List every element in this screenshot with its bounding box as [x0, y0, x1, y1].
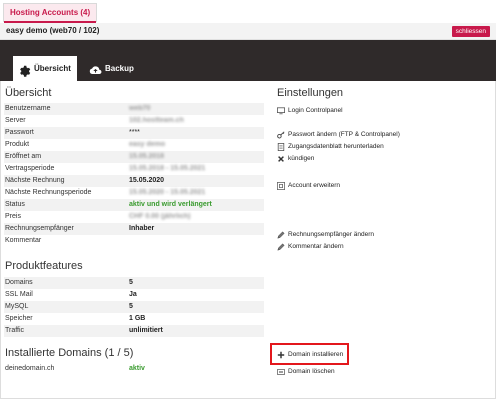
download-credentials-link[interactable]: Zugangsdatenblatt herunterladen: [277, 141, 384, 152]
tab-overview[interactable]: Übersicht: [13, 56, 77, 81]
row-value: Inhaber: [129, 225, 155, 232]
row-value: CHF 0.00 (jährlich): [129, 213, 191, 220]
table-row: Server 102.hostteam.ch: [4, 115, 264, 127]
table-row: Status aktiv und wird verlängert: [4, 199, 264, 211]
login-controlpanel-link[interactable]: Login Controlpanel: [277, 105, 343, 116]
tab-overview-label: Übersicht: [34, 64, 71, 73]
table-row: Nächste Rechnung 15.05.2020: [4, 175, 264, 187]
highlight-frame: [270, 343, 349, 365]
table-row: Vertragsperiode 15.05.2018 - 15.05.2021: [4, 163, 264, 175]
row-label: Benutzername: [5, 105, 51, 112]
link-label: Domain löschen: [288, 368, 335, 375]
change-password-link[interactable]: Passwort ändern (FTP & Controlpanel): [277, 129, 400, 140]
settings-heading: Einstellungen: [277, 87, 344, 99]
status-badge: aktiv: [129, 365, 145, 372]
pencil-icon: [277, 242, 285, 251]
table-row: Kommentar: [4, 235, 264, 247]
features-heading: Produktfeatures: [5, 260, 83, 272]
document-icon: [277, 142, 285, 151]
table-row: Domains 5: [4, 277, 264, 289]
tab-navigation: Übersicht Backup: [0, 40, 496, 81]
top-tabbar: Hosting Accounts (4): [0, 0, 500, 23]
row-label: Traffic: [5, 327, 25, 334]
table-row: Traffic unlimitiert: [4, 325, 264, 337]
link-label: Rechnungsempfänger ändern: [288, 231, 375, 238]
account-title: easy demo (web70 / 102): [6, 26, 100, 35]
pencil-icon: [277, 230, 285, 239]
row-label: Produkt: [5, 141, 30, 148]
row-label: Speicher: [5, 315, 33, 322]
row-value: 15.05.2020 - 15.05.2021: [129, 189, 206, 196]
link-label: Account erweitern: [288, 182, 341, 189]
link-label: kündigen: [288, 155, 315, 162]
account-titlebar: easy demo (web70 / 102) schliessen: [0, 23, 496, 40]
row-value: easy demo: [129, 141, 166, 148]
cancel-account-link[interactable]: kündigen: [277, 153, 314, 164]
row-label: Rechnungsempfänger: [5, 225, 74, 232]
cloud-upload-icon: [89, 62, 102, 75]
row-label: Passwort: [5, 129, 34, 136]
table-row: Produkt easy demo: [4, 139, 264, 151]
table-row: Preis CHF 0.00 (jährlich): [4, 211, 264, 223]
row-value: Ja: [129, 291, 137, 298]
row-label: Preis: [5, 213, 21, 220]
change-comment-link[interactable]: Kommentar ändern: [277, 241, 344, 252]
table-row: Benutzername web70: [4, 103, 264, 115]
link-label: Passwort ändern (FTP & Controlpanel): [288, 131, 400, 138]
row-value: 102.hostteam.ch: [129, 117, 184, 124]
table-row: Nächste Rechnungsperiode 15.05.2020 - 15.…: [4, 187, 264, 199]
row-label: Server: [5, 117, 26, 124]
minus-icon: [277, 368, 285, 376]
row-label: Nächste Rechnungsperiode: [5, 189, 92, 196]
list-item[interactable]: deinedomain.ch aktiv: [4, 363, 264, 375]
row-label: Nächste Rechnung: [5, 177, 65, 184]
extend-account-link[interactable]: Account erweitern: [277, 180, 340, 191]
row-label: MySQL: [5, 303, 29, 310]
monitor-icon: [277, 106, 285, 115]
row-value: 1 GB: [129, 315, 146, 322]
row-value: 15.05.2018: [129, 153, 165, 160]
link-label: Kommentar ändern: [288, 243, 344, 250]
table-row: MySQL 5: [4, 301, 264, 313]
row-label: Eröffnet am: [5, 153, 42, 160]
gear-icon: [18, 62, 31, 77]
table-row: Rechnungsempfänger Inhaber: [4, 223, 264, 235]
link-label: Zugangsdatenblatt herunterladen: [288, 143, 384, 150]
row-label: SSL Mail: [5, 291, 33, 298]
row-label: Vertragsperiode: [5, 165, 55, 172]
table-row: Eröffnet am 15.05.2018: [4, 151, 264, 163]
change-billing-recipient-link[interactable]: Rechnungsempfänger ändern: [277, 229, 374, 240]
row-label: Domains: [5, 279, 33, 286]
row-value: web70: [129, 105, 151, 112]
status-badge: aktiv und wird verlängert: [129, 201, 212, 208]
row-label: Kommentar: [5, 237, 42, 244]
row-value: 5: [129, 279, 133, 286]
row-value: 5: [129, 303, 133, 310]
tab-backup[interactable]: Backup: [84, 56, 139, 81]
table-row: SSL Mail Ja: [4, 289, 264, 301]
table-row: Speicher 1 GB: [4, 313, 264, 325]
table-row: Passwort ****: [4, 127, 264, 139]
row-value: unlimitiert: [129, 327, 163, 334]
tab-backup-label: Backup: [105, 64, 134, 73]
domains-heading: Installierte Domains (1 / 5): [5, 347, 134, 359]
close-icon: [277, 155, 285, 163]
row-value: ****: [129, 129, 140, 136]
expand-icon: [277, 181, 285, 190]
row-label: Status: [5, 201, 25, 208]
delete-domain-link[interactable]: Domain löschen: [277, 366, 335, 377]
link-label: Login Controlpanel: [288, 107, 343, 114]
overview-heading: Übersicht: [5, 87, 52, 99]
close-button[interactable]: schliessen: [451, 26, 490, 37]
domain-name: deinedomain.ch: [5, 365, 55, 372]
row-value: 15.05.2020: [129, 177, 165, 184]
hosting-accounts-tab[interactable]: Hosting Accounts (4): [3, 3, 98, 23]
row-value: 15.05.2018 - 15.05.2021: [129, 165, 206, 172]
key-icon: [277, 130, 285, 139]
